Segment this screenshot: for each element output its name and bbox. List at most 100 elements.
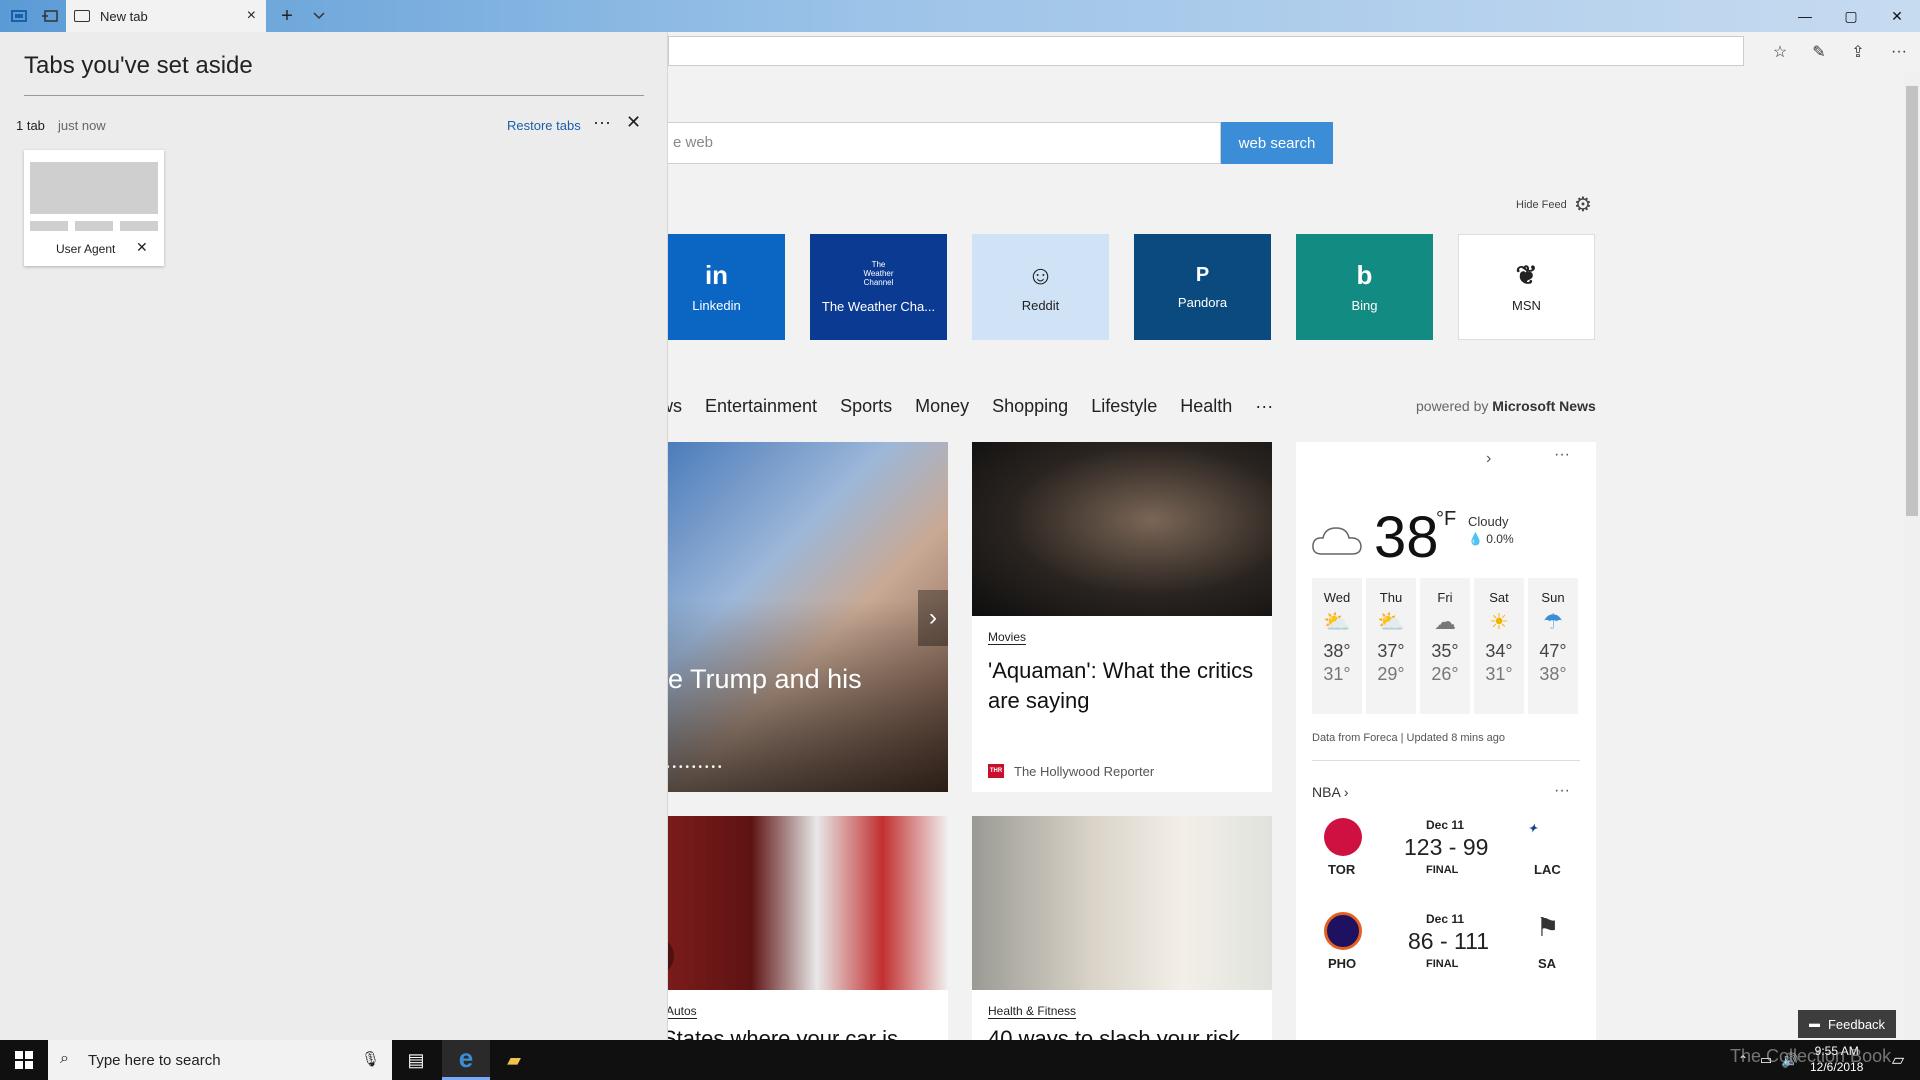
movies-story-card[interactable]: Movies 'Aquaman': What the critics are s… — [972, 442, 1272, 792]
tile-msn[interactable]: ❦ MSN — [1458, 234, 1595, 340]
weather-more-button[interactable]: ··· — [1554, 446, 1570, 464]
raptors-logo-icon — [1324, 818, 1362, 856]
edge-browser-icon[interactable]: e — [442, 1040, 490, 1080]
tabs-set-aside-panel: Tabs you've set aside 1 tab just now Res… — [0, 32, 668, 1040]
tile-label: MSN — [1512, 297, 1541, 313]
tile-pandora[interactable]: P Pandora — [1134, 234, 1271, 340]
group-more-button[interactable]: ··· — [593, 112, 611, 133]
nba-title[interactable]: NBA › — [1312, 784, 1349, 800]
tab-sports[interactable]: Sports — [840, 396, 892, 417]
minimize-button[interactable]: — — [1782, 0, 1828, 32]
forecast-low: 29° — [1377, 664, 1405, 684]
forecast-day-name: Wed — [1323, 590, 1351, 605]
game-score: 86 - 111 — [1408, 928, 1489, 954]
tab-new-tab[interactable]: New tab × — [66, 0, 266, 32]
forecast-day[interactable]: Sat ☀ 34° 31° — [1474, 578, 1524, 714]
health-image — [972, 816, 1272, 990]
health-tag[interactable]: Health & Fitness — [988, 1004, 1077, 1019]
file-explorer-icon[interactable]: ▰ — [490, 1040, 538, 1080]
precipitation: 💧 0.0% — [1468, 532, 1514, 546]
cloudy-icon: ☁ — [1434, 609, 1456, 634]
share-icon[interactable]: ⇪ — [1845, 40, 1871, 64]
game-date: Dec 11 — [1426, 818, 1465, 832]
tab-health[interactable]: Health — [1180, 396, 1232, 417]
forecast-high: 34° — [1485, 641, 1513, 661]
forecast-low: 31° — [1323, 664, 1351, 684]
close-window-button[interactable]: ✕ — [1874, 0, 1920, 32]
tab-shopping[interactable]: Shopping — [992, 396, 1068, 417]
movies-tag[interactable]: Movies — [988, 630, 1027, 645]
set-aside-tabs-icon[interactable] — [36, 0, 64, 32]
set-aside-tab-thumbnail[interactable]: User Agent ✕ — [24, 150, 164, 266]
feedback-button[interactable]: ▬ Feedback — [1798, 1010, 1896, 1038]
windows-start-icon[interactable] — [0, 1040, 48, 1080]
game-date: Dec 11 — [1426, 912, 1465, 926]
tab-lifestyle[interactable]: Lifestyle — [1091, 396, 1157, 417]
forecast-day-name: Fri — [1437, 590, 1453, 605]
nba-game-row[interactable]: TOR Dec 11 123 - 99 FINAL ✦ LAC — [1312, 818, 1580, 898]
forecast-day[interactable]: Wed ⛅ 38° 31° — [1312, 578, 1362, 714]
hero-story-card[interactable]: › e Trump and his ••••••••• — [620, 442, 948, 792]
scrollbar-thumb[interactable] — [1906, 86, 1918, 516]
nba-more-button[interactable]: ··· — [1554, 782, 1570, 800]
forecast-day[interactable]: Thu ⛅ 37° 29° — [1366, 578, 1416, 714]
tile-linkedin[interactable]: in Linkedin — [648, 234, 785, 340]
settings-more-button[interactable]: ··· — [1886, 40, 1912, 64]
autos-tag[interactable]: Autos — [666, 1004, 697, 1019]
sunny-icon: ☀ — [1489, 609, 1509, 634]
weather-next-chevron-icon[interactable]: › — [1486, 450, 1491, 468]
tile-reddit[interactable]: ☺ Reddit — [972, 234, 1109, 340]
tile-bing[interactable]: b Bing — [1296, 234, 1433, 340]
address-bar[interactable] — [668, 36, 1744, 66]
forecast-high: 38° — [1323, 641, 1351, 661]
nba-game-row[interactable]: PHO Dec 11 86 - 111 FINAL ⚑ SA — [1312, 912, 1580, 992]
movies-source: The Hollywood Reporter — [1014, 764, 1155, 779]
restore-tabs-link[interactable]: Restore tabs — [507, 118, 581, 133]
tile-weather-channel[interactable]: The Weather Channel The Weather Cha... — [810, 234, 947, 340]
pen-notes-icon[interactable]: ✎ — [1806, 40, 1832, 64]
remove-group-close-icon[interactable]: ✕ — [626, 112, 641, 133]
tile-label: Pandora — [1177, 294, 1228, 310]
carousel-dots[interactable]: ••••••••• — [666, 762, 725, 773]
web-search-button[interactable]: web search — [1221, 122, 1333, 164]
tabs-aside-icon[interactable] — [4, 0, 34, 32]
powered-by: powered by Microsoft News — [1416, 398, 1596, 414]
new-tab-button[interactable]: + — [272, 0, 302, 32]
microphone-icon[interactable]: 🎙 — [361, 1050, 380, 1068]
forecast-low: 31° — [1485, 664, 1513, 684]
microsoft-news-brand[interactable]: Microsoft News — [1492, 398, 1595, 414]
taskbar-search-input[interactable]: ⌕ Type here to search 🎙 — [48, 1040, 392, 1080]
taskbar: ⌕ Type here to search 🎙 ▤ e ▰ ⌃ ▭ 🔊 9:55… — [0, 1040, 1920, 1080]
web-search-input[interactable]: e web — [620, 122, 1221, 164]
tab-entertainment[interactable]: Entertainment — [705, 396, 817, 417]
more-categories-button[interactable]: ··· — [1255, 396, 1273, 417]
gear-icon[interactable]: ⚙ — [1574, 192, 1592, 217]
page-scrollbar[interactable] — [1904, 72, 1920, 1040]
aquaman-image — [972, 442, 1272, 616]
cloudy-icon — [1310, 520, 1364, 563]
remove-tab-close-icon[interactable]: ✕ — [136, 239, 148, 256]
game-status: FINAL — [1426, 958, 1459, 970]
autos-story-card[interactable]: ◉ Autos States where your car is — [620, 816, 948, 1040]
forecast-day-name: Sun — [1541, 590, 1565, 605]
tab-money[interactable]: Money — [915, 396, 969, 417]
forecast-day[interactable]: Fri ☁ 35° 26° — [1420, 578, 1470, 714]
tab-preview-chevron-down-icon[interactable] — [304, 0, 334, 32]
favorites-star-icon[interactable]: ☆ — [1767, 40, 1793, 64]
task-view-icon[interactable]: ▤ — [392, 1040, 440, 1080]
hide-feed-link[interactable]: Hide Feed — [1516, 199, 1567, 211]
chevron-right-icon: › — [1343, 784, 1349, 800]
health-story-card[interactable]: Health & Fitness 40 ways to slash your r… — [972, 816, 1272, 1040]
carousel-next-icon[interactable]: › — [918, 590, 948, 646]
watermark: The Collection Book — [1730, 1046, 1892, 1066]
forecast-day[interactable]: Sun ☂ 47° 38° — [1528, 578, 1578, 714]
temperature-unit[interactable]: °F — [1436, 508, 1456, 531]
tab-title: New tab — [100, 8, 148, 24]
maximize-button[interactable]: ▢ — [1828, 0, 1874, 32]
tab-close-icon[interactable]: × — [247, 7, 256, 25]
movies-headline: 'Aquaman': What the critics are saying — [988, 658, 1254, 713]
forecast-high: 37° — [1377, 641, 1405, 661]
hero-image — [620, 442, 948, 792]
weather-card: › ··· 38 °F Cloudy 💧 0.0% Wed ⛅ 38° 31° … — [1296, 442, 1596, 1040]
game-status: FINAL — [1426, 864, 1459, 876]
